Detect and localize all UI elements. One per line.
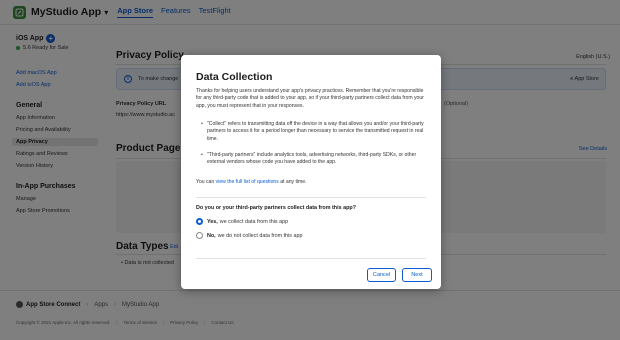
dialog-divider [196,197,426,198]
option-yes-label: we collect data from this app [219,218,289,225]
learn-suffix: at any time. [278,179,307,185]
dialog-divider [196,258,426,259]
radio-no[interactable] [196,232,203,239]
option-no[interactable]: No, we do not collect data from this app [196,232,303,239]
option-yes-bold: Yes, [207,218,218,225]
dialog-learn-more: You can view the full list of questions … [196,179,307,185]
dialog-title: Data Collection [196,71,273,83]
cancel-button[interactable]: Cancel [367,268,396,282]
radio-yes[interactable] [196,218,203,225]
dialog-bullet-partners: "Third-party partners" include analytics… [201,152,428,167]
collection-question: Do you or your third-party partners coll… [196,205,356,211]
option-no-bold: No, [207,232,216,239]
option-no-label: we do not collect data from this app [217,232,303,239]
option-yes[interactable]: Yes, we collect data from this app [196,218,288,225]
data-collection-dialog: Data Collection Thanks for helping users… [181,55,441,289]
next-button[interactable]: Next [402,268,432,282]
learn-prefix: You can [196,179,216,185]
dialog-intro: Thanks for helping users understand your… [196,88,424,109]
dialog-bullet-collect: "Collect" refers to transmitting data of… [201,121,428,143]
full-list-link[interactable]: view the full list of questions [216,179,279,185]
